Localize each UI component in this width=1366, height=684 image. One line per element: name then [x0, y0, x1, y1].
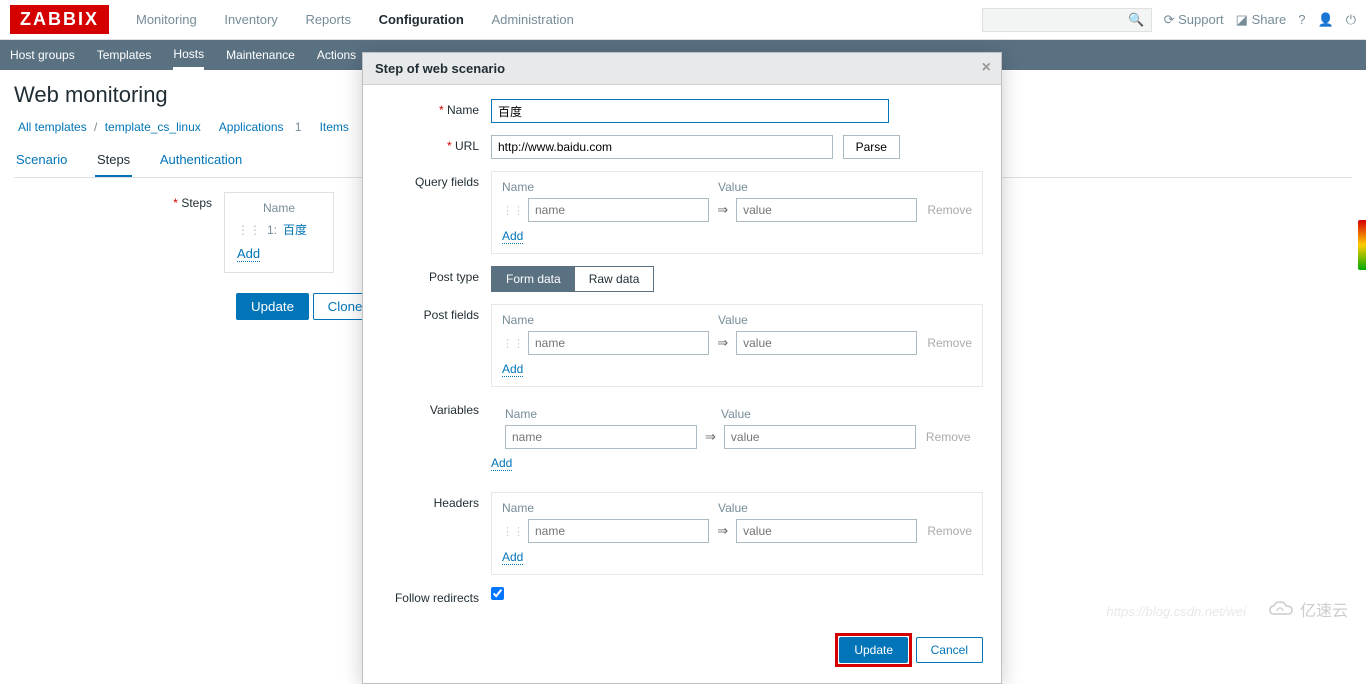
nav-inventory[interactable]: Inventory — [224, 12, 277, 27]
drag-handle-icon[interactable]: ⋮⋮ — [502, 204, 524, 217]
subnav-maintenance[interactable]: Maintenance — [226, 48, 295, 62]
remove-link[interactable]: Remove — [927, 203, 972, 217]
add-qf-link[interactable]: Add — [502, 229, 523, 244]
remove-link[interactable]: Remove — [927, 336, 972, 350]
drag-handle-icon[interactable]: ⋮⋮ — [502, 337, 524, 350]
var-value-input[interactable] — [724, 425, 916, 449]
nav-administration[interactable]: Administration — [491, 12, 573, 27]
query-fields-label: Query fields — [381, 171, 491, 189]
remove-link[interactable]: Remove — [926, 430, 971, 444]
follow-redirects-label: Follow redirects — [381, 587, 491, 605]
close-icon[interactable]: × — [982, 59, 991, 77]
search-icon: 🔍 — [1128, 12, 1144, 28]
search-input[interactable]: 🔍 — [982, 8, 1152, 32]
share-link[interactable]: ◪ Share — [1236, 12, 1287, 28]
qf-name-input[interactable] — [528, 198, 709, 222]
tab-steps[interactable]: Steps — [95, 146, 132, 177]
post-fields-label: Post fields — [381, 304, 491, 322]
nav-monitoring[interactable]: Monitoring — [136, 12, 197, 27]
arrow-icon: ⇒ — [705, 429, 716, 445]
post-type-form[interactable]: Form data — [492, 267, 575, 291]
add-step-link[interactable]: Add — [237, 246, 260, 262]
parse-button[interactable]: Parse — [843, 135, 900, 159]
arrow-icon: ⇒ — [717, 335, 728, 351]
pf-value-input[interactable] — [736, 331, 917, 355]
name-input[interactable] — [491, 99, 889, 123]
user-icon[interactable]: 👤 — [1318, 12, 1334, 28]
subnav-hostgroups[interactable]: Host groups — [10, 48, 75, 62]
watermark: 亿速云 — [1268, 597, 1348, 621]
add-var-link[interactable]: Add — [491, 456, 512, 471]
step-modal: Step of web scenario × * Name * URL Pars… — [362, 52, 1002, 684]
hdr-name-input[interactable] — [528, 519, 709, 543]
tab-auth[interactable]: Authentication — [158, 146, 244, 175]
url-input[interactable] — [491, 135, 833, 159]
step-row: ⋮⋮ 1: 百度 — [237, 221, 321, 238]
bc-items[interactable]: Items — [320, 120, 349, 134]
bc-apps[interactable]: Applications — [219, 120, 284, 134]
watermark-url: https://blog.csdn.net/wei — [1107, 604, 1246, 619]
logo[interactable]: ZABBIX — [10, 5, 109, 34]
post-type-label: Post type — [381, 266, 491, 284]
var-name-input[interactable] — [505, 425, 697, 449]
modal-cancel-button[interactable]: Cancel — [916, 637, 983, 663]
help-icon[interactable]: ? — [1298, 12, 1305, 27]
arrow-icon: ⇒ — [717, 523, 728, 539]
subnav-actions[interactable]: Actions — [317, 48, 356, 62]
modal-update-button[interactable]: Update — [839, 637, 908, 663]
cloud-icon — [1268, 600, 1294, 618]
post-type-raw[interactable]: Raw data — [575, 267, 654, 291]
nav-reports[interactable]: Reports — [305, 12, 351, 27]
arrow-icon: ⇒ — [717, 202, 728, 218]
bc-template[interactable]: template_cs_linux — [105, 120, 201, 134]
steps-table: Name ⋮⋮ 1: 百度 Add — [224, 192, 334, 273]
top-nav: Monitoring Inventory Reports Configurati… — [124, 12, 586, 27]
pf-name-input[interactable] — [528, 331, 709, 355]
power-icon[interactable]: ⏻ — [1346, 12, 1356, 28]
subnav-hosts[interactable]: Hosts — [173, 47, 204, 70]
steps-label: Steps — [14, 192, 224, 273]
hdr-value-input[interactable] — [736, 519, 917, 543]
subnav-templates[interactable]: Templates — [97, 48, 152, 62]
side-indicator — [1358, 220, 1366, 270]
post-type-toggle: Form data Raw data — [491, 266, 654, 292]
drag-handle-icon[interactable]: ⋮⋮ — [237, 223, 261, 237]
url-label: URL — [455, 139, 479, 153]
modal-title: Step of web scenario × — [363, 53, 1001, 85]
bc-all[interactable]: All templates — [18, 120, 87, 134]
step-number: 1: — [267, 223, 277, 237]
name-label: Name — [447, 103, 479, 117]
step-link[interactable]: 百度 — [283, 221, 307, 238]
add-pf-link[interactable]: Add — [502, 362, 523, 377]
drag-handle-icon[interactable]: ⋮⋮ — [502, 525, 524, 538]
support-link[interactable]: ⟳ Support — [1164, 12, 1224, 28]
variables-label: Variables — [381, 399, 491, 417]
tab-scenario[interactable]: Scenario — [14, 146, 69, 175]
qf-value-input[interactable] — [736, 198, 917, 222]
add-hdr-link[interactable]: Add — [502, 550, 523, 565]
update-button[interactable]: Update — [236, 293, 309, 320]
remove-link[interactable]: Remove — [927, 524, 972, 538]
nav-configuration[interactable]: Configuration — [379, 12, 464, 27]
follow-redirects-checkbox[interactable] — [491, 587, 504, 600]
steps-header-name: Name — [237, 201, 321, 215]
headers-label: Headers — [381, 492, 491, 510]
